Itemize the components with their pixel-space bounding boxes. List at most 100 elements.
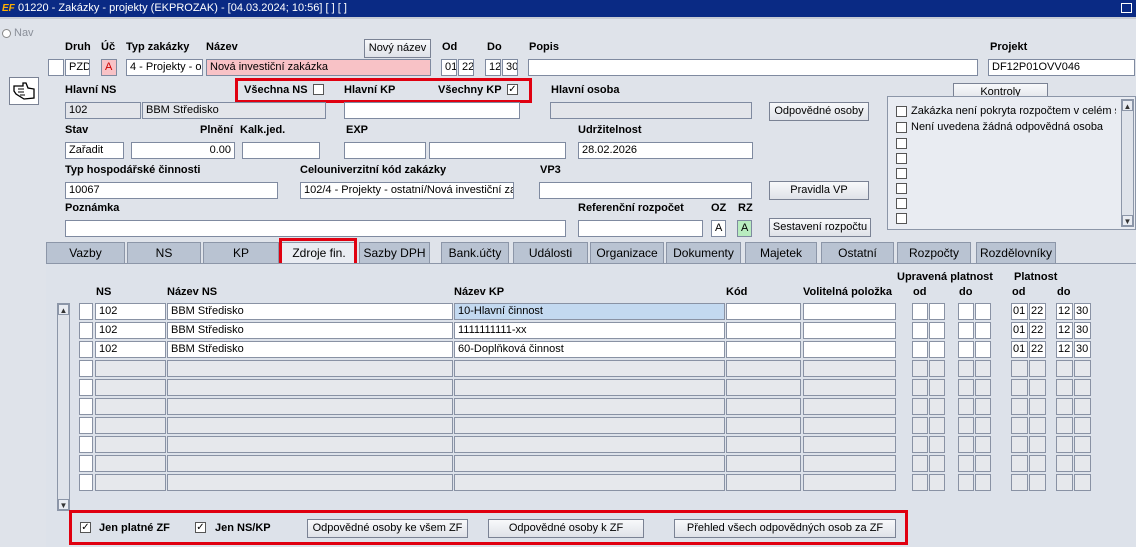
kontroly-checkbox-7[interactable] <box>896 198 907 209</box>
row-selector[interactable] <box>79 379 93 396</box>
kontroly-checkbox-4[interactable] <box>896 153 907 164</box>
nazev-ns-cell[interactable] <box>167 360 453 377</box>
vp3-field[interactable] <box>539 182 752 199</box>
stav-field[interactable]: Zařadit <box>65 142 124 159</box>
tab-dokumenty[interactable]: Dokumenty <box>666 242 741 264</box>
typ-hosp-field[interactable]: 10067 <box>65 182 278 199</box>
exp-field-1[interactable] <box>344 142 426 159</box>
typ-zakazky-field[interactable]: 4 - Projekty - os <box>126 59 203 76</box>
kod-cell[interactable] <box>726 379 801 396</box>
kod-cell[interactable] <box>726 398 801 415</box>
up-do-day-cell[interactable] <box>958 474 974 491</box>
pl-do-day-cell[interactable] <box>1056 360 1073 377</box>
pl-do-day-cell[interactable] <box>1056 474 1073 491</box>
kod-cell[interactable] <box>726 360 801 377</box>
pl-do-day-cell[interactable] <box>1056 455 1073 472</box>
kod-cell[interactable] <box>726 474 801 491</box>
nazev-kp-cell[interactable] <box>454 379 725 396</box>
popis-field[interactable] <box>528 59 978 76</box>
pl-od-day-cell[interactable]: 01 <box>1011 303 1028 320</box>
pl-od-month-cell[interactable] <box>1029 436 1046 453</box>
up-od-month-cell[interactable] <box>929 303 945 320</box>
row-selector[interactable] <box>79 303 93 320</box>
kontroly-scrollbar[interactable]: ▲ ▼ <box>1121 99 1134 227</box>
up-do-month-cell[interactable] <box>975 398 991 415</box>
nazev-kp-cell[interactable] <box>454 474 725 491</box>
nazev-ns-cell[interactable] <box>167 436 453 453</box>
volitelna-cell[interactable] <box>803 436 896 453</box>
row-selector[interactable] <box>48 59 64 76</box>
ns-cell[interactable] <box>95 379 166 396</box>
up-od-month-cell[interactable] <box>929 398 945 415</box>
volitelna-cell[interactable] <box>803 398 896 415</box>
up-do-month-cell[interactable] <box>975 417 991 434</box>
tab-vazby[interactable]: Vazby <box>46 242 125 264</box>
pl-do-day-cell[interactable]: 12 <box>1056 303 1073 320</box>
up-do-month-cell[interactable] <box>975 303 991 320</box>
tab-udalosti[interactable]: Události <box>513 242 588 264</box>
pl-od-month-cell[interactable] <box>1029 474 1046 491</box>
tab-rozdelovniky[interactable]: Rozdělovníky <box>976 242 1056 264</box>
pl-od-day-cell[interactable]: 01 <box>1011 322 1028 339</box>
volitelna-cell[interactable] <box>803 303 896 320</box>
nazev-ns-cell[interactable]: BBM Středisko <box>167 303 453 320</box>
row-selector[interactable] <box>79 360 93 377</box>
up-do-day-cell[interactable] <box>958 379 974 396</box>
pl-do-month-cell[interactable] <box>1074 398 1091 415</box>
nazev-kp-cell[interactable] <box>454 436 725 453</box>
up-od-month-cell[interactable] <box>929 360 945 377</box>
uc-field[interactable]: A <box>101 59 117 76</box>
up-od-month-cell[interactable] <box>929 455 945 472</box>
up-od-month-cell[interactable] <box>929 322 945 339</box>
nazev-ns-cell[interactable]: BBM Středisko <box>167 322 453 339</box>
kod-cell[interactable] <box>726 417 801 434</box>
up-od-month-cell[interactable] <box>929 417 945 434</box>
pl-od-day-cell[interactable] <box>1011 455 1028 472</box>
kontroly-checkbox-3[interactable] <box>896 138 907 149</box>
plneni-field[interactable]: 0.00 <box>131 142 235 159</box>
up-od-day-cell[interactable] <box>912 322 928 339</box>
pl-do-month-cell[interactable]: 30 <box>1074 341 1091 358</box>
nazev-kp-cell[interactable]: 10-Hlavní činnost <box>454 303 725 320</box>
pl-od-month-cell[interactable] <box>1029 379 1046 396</box>
up-od-day-cell[interactable] <box>912 360 928 377</box>
pl-od-day-cell[interactable] <box>1011 398 1028 415</box>
oz-field[interactable]: A <box>711 220 726 237</box>
volitelna-cell[interactable] <box>803 341 896 358</box>
rz-field[interactable]: A <box>737 220 752 237</box>
kod-cell[interactable] <box>726 436 801 453</box>
ns-cell[interactable]: 102 <box>95 303 166 320</box>
kod-cell[interactable] <box>726 303 801 320</box>
pl-od-month-cell[interactable]: 22 <box>1029 303 1046 320</box>
up-od-day-cell[interactable] <box>912 341 928 358</box>
ns-cell[interactable] <box>95 398 166 415</box>
tab-ostatni[interactable]: Ostatní <box>821 242 894 264</box>
up-od-day-cell[interactable] <box>912 417 928 434</box>
pl-do-month-cell[interactable] <box>1074 455 1091 472</box>
tab-ns[interactable]: NS <box>127 242 201 264</box>
ns-cell[interactable] <box>95 417 166 434</box>
pl-od-day-cell[interactable] <box>1011 417 1028 434</box>
pl-do-month-cell[interactable]: 30 <box>1074 322 1091 339</box>
tab-sazby-dph[interactable]: Sazby DPH <box>359 242 430 264</box>
nazev-kp-cell[interactable] <box>454 455 725 472</box>
kod-cell[interactable] <box>726 341 801 358</box>
up-do-day-cell[interactable] <box>958 303 974 320</box>
up-do-month-cell[interactable] <box>975 436 991 453</box>
row-selector[interactable] <box>79 474 93 491</box>
pl-do-day-cell[interactable] <box>1056 436 1073 453</box>
ns-cell[interactable] <box>95 436 166 453</box>
restore-window-icon[interactable] <box>1121 3 1132 13</box>
up-od-day-cell[interactable] <box>912 379 928 396</box>
up-do-month-cell[interactable] <box>975 341 991 358</box>
pl-od-month-cell[interactable] <box>1029 455 1046 472</box>
up-od-day-cell[interactable] <box>912 398 928 415</box>
druh-field[interactable]: PZD <box>65 59 90 76</box>
sestaveni-rozpoctu-button[interactable]: Sestavení rozpočtu <box>769 218 871 237</box>
scroll-up-icon[interactable]: ▲ <box>1122 100 1133 111</box>
nazev-kp-cell[interactable]: 60-Doplňková činnost <box>454 341 725 358</box>
poznamka-field[interactable] <box>65 220 566 237</box>
pl-do-day-cell[interactable]: 12 <box>1056 322 1073 339</box>
hlavni-kp-field[interactable] <box>344 102 520 119</box>
ns-cell[interactable] <box>95 360 166 377</box>
